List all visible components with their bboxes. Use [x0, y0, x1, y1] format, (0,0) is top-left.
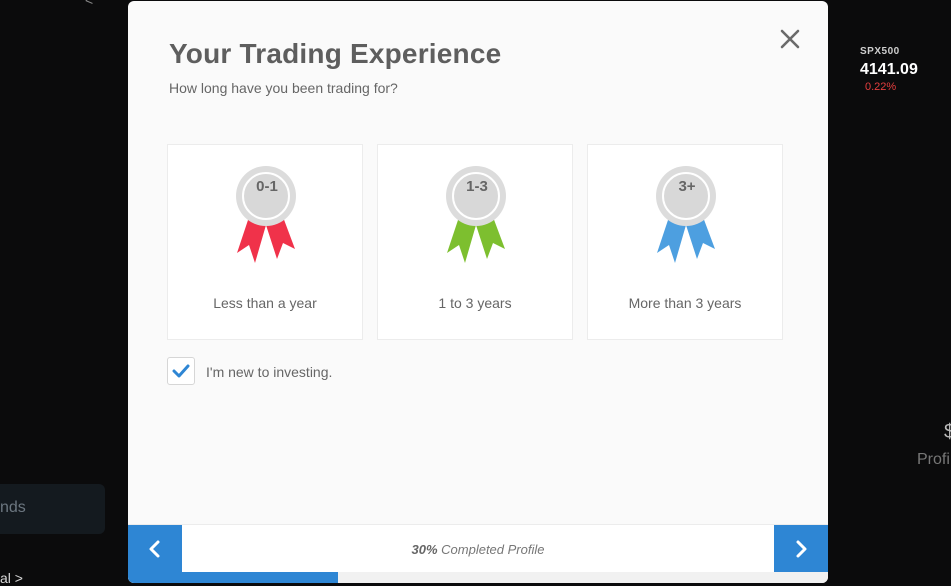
previous-button[interactable]: [128, 525, 182, 573]
background-ticker: SPX500 4141.09 0.22%: [860, 46, 918, 93]
modal-footer: 30% Completed Profile: [128, 524, 828, 573]
background-button-label: nds: [0, 499, 26, 516]
background-link: al >: [0, 570, 23, 586]
option-1-to-3-years[interactable]: 1-3 1 to 3 years: [377, 144, 573, 340]
progress-percent: 30%: [411, 542, 438, 557]
progress-bar-fill: [128, 572, 338, 583]
checkmark-icon: [172, 364, 190, 378]
modal-subtitle: How long have you been trading for?: [169, 80, 398, 96]
chevron-left-icon: [149, 540, 160, 558]
background-button: nds: [0, 484, 105, 534]
option-label: More than 3 years: [628, 295, 742, 311]
medal-badge-text: 1-3: [466, 178, 488, 195]
ticker-change: 0.22%: [865, 81, 897, 93]
progress-text: 30% Completed Profile: [182, 542, 774, 557]
new-investor-label: I'm new to investing.: [206, 364, 333, 380]
medal-badge-text: 0-1: [256, 178, 278, 195]
medal-badge-text: 3+: [678, 178, 696, 195]
background-label: Profi: [917, 451, 950, 468]
trading-experience-modal: Your Trading Experience How long have yo…: [128, 1, 828, 583]
option-more-than-3-years[interactable]: 3+ More than 3 years: [587, 144, 783, 340]
next-button[interactable]: [774, 525, 828, 573]
progress-suffix: Completed Profile: [437, 542, 545, 557]
ticker-price: 4141.09: [860, 61, 918, 78]
new-investor-checkbox[interactable]: [167, 357, 195, 385]
option-less-than-a-year[interactable]: 0-1 Less than a year: [167, 144, 363, 340]
chevron-right-icon: [796, 540, 807, 558]
option-label: 1 to 3 years: [438, 295, 512, 311]
background-back-arrow: <: [85, 0, 94, 8]
background-value: $: [944, 421, 951, 443]
ticker-symbol: SPX500: [860, 46, 900, 57]
progress-bar: [128, 572, 828, 583]
close-icon[interactable]: [776, 25, 804, 53]
modal-title: Your Trading Experience: [169, 38, 502, 69]
option-label: Less than a year: [213, 295, 317, 311]
